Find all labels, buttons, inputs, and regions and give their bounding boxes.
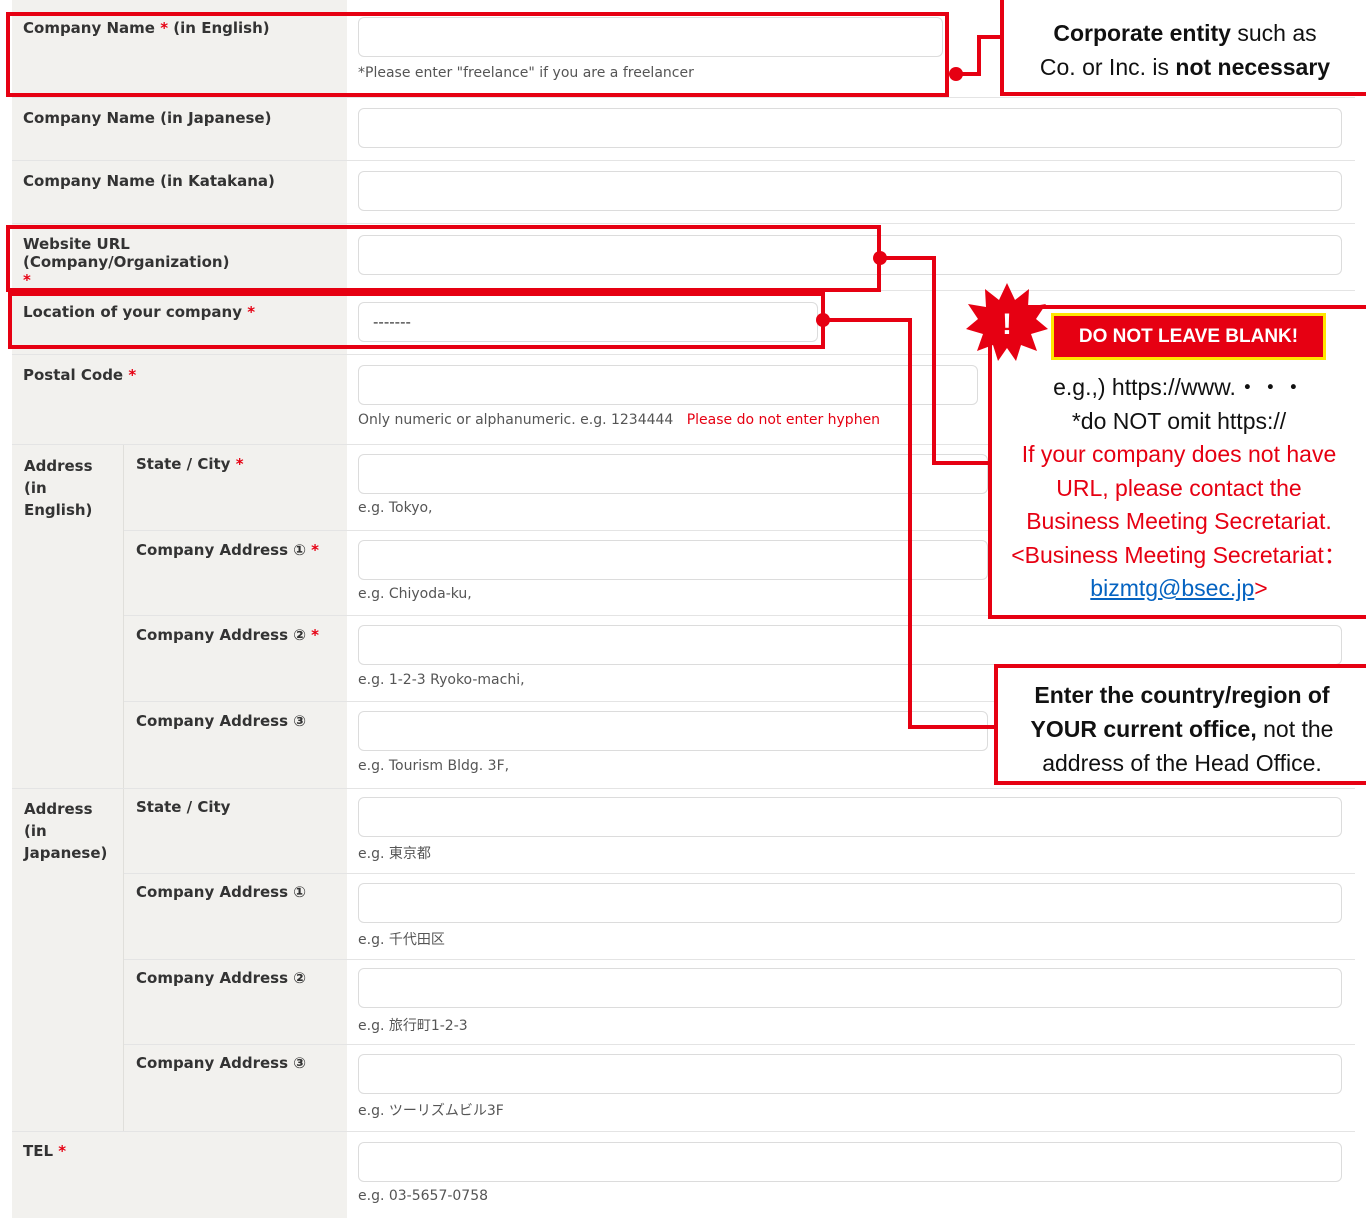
required-mark: * bbox=[128, 366, 137, 384]
corporate-entity-callout: Corporate entity such as Co. or Inc. is … bbox=[1000, 0, 1366, 96]
connector-line bbox=[823, 318, 912, 322]
row-separator bbox=[12, 788, 1355, 789]
address-jp-line2-label: Company Address ② bbox=[136, 969, 306, 987]
company-name-jp-input[interactable] bbox=[358, 108, 1342, 148]
corporate-entity-line2: Co. or Inc. is not necessary bbox=[1039, 54, 1331, 80]
address-jp-line3-label: Company Address ③ bbox=[136, 1054, 306, 1072]
secretariat-email-link[interactable]: bizmtg@bsec.jp bbox=[1090, 575, 1254, 601]
address-en-state-help: e.g. Tokyo, bbox=[358, 500, 433, 516]
connector-line bbox=[908, 725, 996, 729]
postal-code-warning: Please do not enter hyphen bbox=[686, 412, 881, 428]
warning-contact-line: <Business Meeting Secretariat： bbox=[1011, 541, 1347, 568]
address-en-line2-label: Company Address ② * bbox=[136, 626, 320, 644]
warning-email-line: bizmtg@bsec.jp> bbox=[1090, 575, 1268, 601]
highlight-location bbox=[8, 292, 825, 349]
location-callout: Enter the country/region of YOUR current… bbox=[994, 664, 1366, 785]
tel-help: e.g. 03-5657-0758 bbox=[358, 1188, 489, 1204]
address-en-group-label: Address (in English) bbox=[24, 457, 93, 519]
row-separator bbox=[12, 223, 1355, 224]
warning-contact-line: Business Meeting Secretariat. bbox=[1026, 508, 1332, 534]
warning-contact-line: If your company does not have bbox=[1021, 441, 1337, 467]
address-jp-line1-input[interactable] bbox=[358, 883, 1342, 923]
connector-line bbox=[880, 256, 936, 260]
address-jp-state-help: e.g. 東京都 bbox=[358, 846, 431, 862]
row-separator bbox=[12, 1131, 1355, 1132]
connector-line bbox=[977, 35, 981, 76]
address-jp-group-label: Address (in Japanese) bbox=[24, 800, 108, 862]
warning-example-line: e.g.,) https://www.・・・ bbox=[1053, 374, 1305, 400]
company-name-kana-label: Company Name (in Katakana) bbox=[23, 172, 275, 190]
address-en-state-input[interactable] bbox=[358, 454, 988, 494]
warning-contact-line: URL, please contact the bbox=[1056, 474, 1302, 501]
connector-line bbox=[908, 318, 912, 729]
address-en-line1-help: e.g. Chiyoda-ku, bbox=[358, 586, 472, 602]
address-en-state-label: State / City * bbox=[136, 455, 244, 473]
required-mark: * bbox=[311, 626, 320, 644]
address-jp-state-input[interactable] bbox=[358, 797, 1342, 837]
do-not-leave-blank-badge: DO NOT LEAVE BLANK! bbox=[1051, 313, 1326, 360]
row-separator bbox=[12, 160, 1355, 161]
highlight-company-name-en bbox=[6, 12, 949, 97]
address-jp-state-label: State / City bbox=[136, 798, 231, 816]
exclamation-burst-icon: ! bbox=[966, 283, 1048, 361]
company-name-jp-label: Company Name (in Japanese) bbox=[23, 109, 272, 127]
row-separator bbox=[12, 97, 1355, 98]
postal-code-help: Only numeric or alphanumeric. e.g. 12344… bbox=[358, 412, 881, 428]
connector-line bbox=[932, 256, 936, 465]
address-jp-line1-label: Company Address ① bbox=[136, 883, 306, 901]
svg-text:!: ! bbox=[1002, 308, 1012, 341]
required-mark: * bbox=[311, 541, 320, 559]
connector-line bbox=[932, 461, 990, 465]
address-jp-line3-help: e.g. ツーリズムビル3F bbox=[358, 1103, 504, 1119]
company-name-kana-input[interactable] bbox=[358, 171, 1342, 211]
postal-code-label: Postal Code * bbox=[23, 366, 137, 384]
address-jp-line2-help: e.g. 旅行町1-2-3 bbox=[358, 1018, 468, 1034]
warning-https-line: *do NOT omit https:// bbox=[1071, 407, 1287, 434]
postal-code-input[interactable] bbox=[358, 365, 978, 405]
address-jp-line2-input[interactable] bbox=[358, 968, 1342, 1008]
address-en-line1-label: Company Address ① * bbox=[136, 541, 320, 559]
address-jp-line3-input[interactable] bbox=[358, 1054, 1342, 1094]
row-separator bbox=[124, 959, 1355, 960]
corporate-entity-line1: Corporate entity such as bbox=[1053, 20, 1317, 46]
row-separator bbox=[124, 873, 1355, 874]
address-jp-line1-help: e.g. 千代田区 bbox=[358, 932, 445, 948]
address-en-line2-input[interactable] bbox=[358, 625, 1342, 665]
address-en-line3-input[interactable] bbox=[358, 711, 988, 751]
highlight-website bbox=[6, 225, 881, 292]
address-en-line3-label: Company Address ③ bbox=[136, 712, 306, 730]
address-en-line1-input[interactable] bbox=[358, 540, 988, 580]
address-en-line2-help: e.g. 1-2-3 Ryoko-machi, bbox=[358, 672, 525, 688]
address-en-line3-help: e.g. Tourism Bldg. 3F, bbox=[358, 758, 510, 774]
tel-label: TEL * bbox=[23, 1142, 67, 1160]
required-mark: * bbox=[235, 455, 244, 473]
row-separator bbox=[124, 1044, 1355, 1045]
tel-input[interactable] bbox=[358, 1142, 1342, 1182]
required-mark: * bbox=[58, 1142, 67, 1160]
